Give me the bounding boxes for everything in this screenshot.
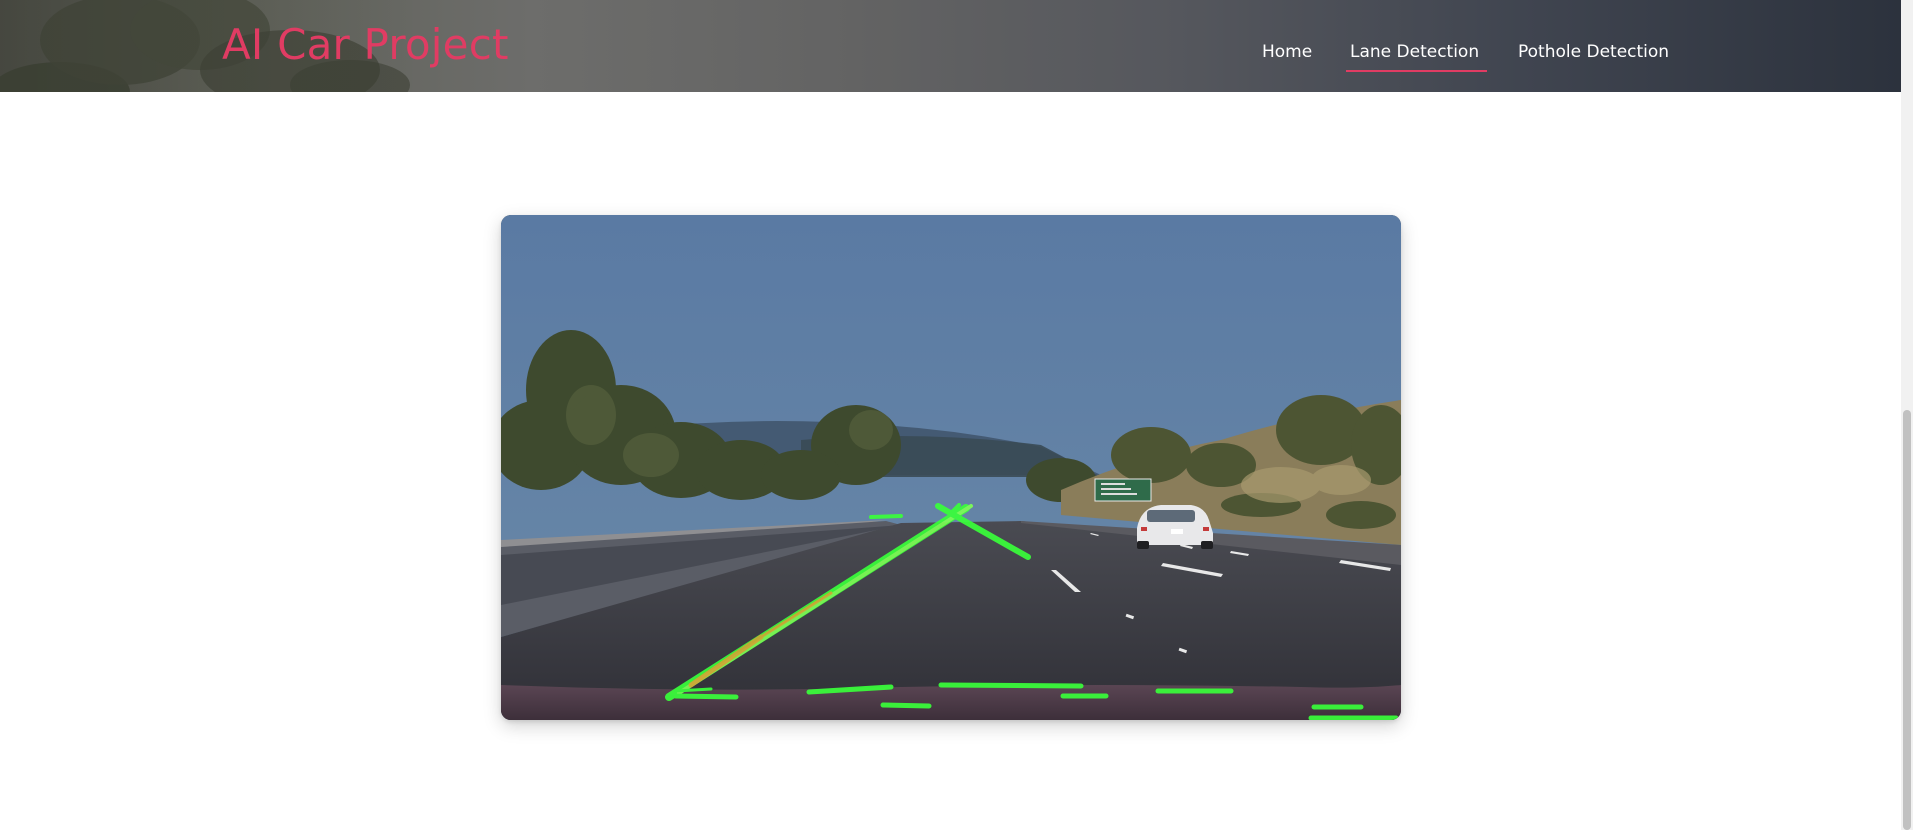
site-header: AI Car Project Home Lane Detection Potho… (0, 0, 1901, 92)
white-car-icon (1137, 505, 1213, 549)
active-nav-underline (1346, 70, 1487, 72)
nav-pothole-detection-link[interactable]: Pothole Detection (1518, 36, 1669, 68)
brand-title[interactable]: AI Car Project (222, 19, 509, 71)
highway-sign-icon (1094, 478, 1152, 502)
nav-home-link[interactable]: Home (1262, 36, 1312, 68)
page-scrollbar-thumb[interactable] (1903, 410, 1911, 830)
road-scene-image (501, 215, 1401, 720)
lane-detection-video-feed (501, 215, 1401, 720)
page: AI Car Project Home Lane Detection Potho… (0, 0, 1913, 830)
nav-lane-detection-link[interactable]: Lane Detection (1350, 36, 1479, 68)
